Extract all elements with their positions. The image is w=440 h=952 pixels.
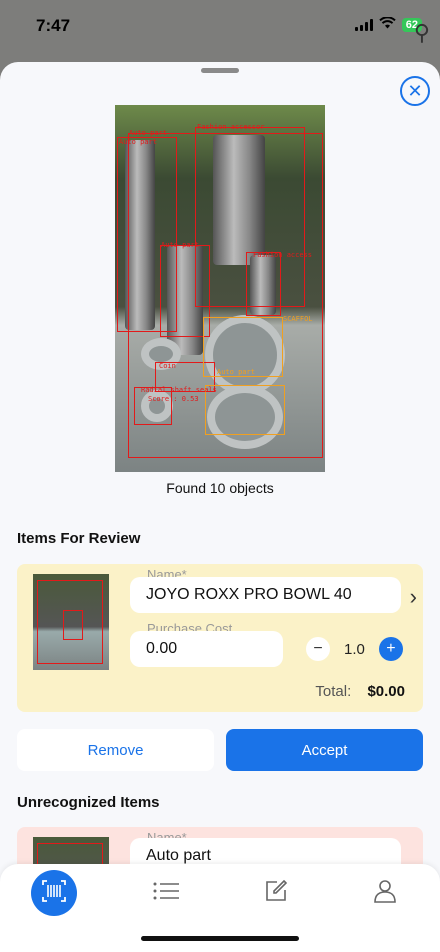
detection-photo: Auto part Auto part Fashion accessor Aut…	[115, 105, 325, 472]
signal-icon	[354, 19, 373, 31]
section-title-review: Items For Review	[17, 530, 141, 547]
detection-box	[63, 610, 83, 640]
name-field[interactable]: JOYO ROXX PRO BOWL 40	[130, 577, 401, 613]
background-search-icon: ⚲	[413, 20, 430, 45]
tab-edit[interactable]	[253, 870, 299, 916]
remove-button[interactable]: Remove	[17, 729, 214, 771]
detection-label: Auto part	[217, 368, 255, 376]
profile-icon	[374, 879, 396, 908]
detection-box	[246, 252, 281, 316]
detection-label: Auto part	[129, 129, 167, 137]
wifi-icon	[379, 16, 396, 34]
chevron-right-icon[interactable]: ›	[410, 584, 417, 610]
detection-label: Auto part	[119, 138, 157, 146]
tab-list[interactable]	[143, 870, 189, 916]
detection-box	[205, 385, 285, 435]
detection-label: Coin	[159, 362, 176, 370]
tab-scan[interactable]	[31, 870, 77, 916]
close-icon: ✕	[407, 80, 423, 101]
item-thumbnail[interactable]	[33, 574, 109, 670]
edit-icon	[264, 879, 288, 908]
accept-button[interactable]: Accept	[226, 729, 423, 771]
detection-label: Score : 0.53	[148, 395, 199, 403]
quantity-stepper: − 1.0 +	[306, 637, 403, 661]
total-row: Total: $0.00	[315, 683, 405, 700]
tab-profile[interactable]	[362, 870, 408, 916]
list-icon	[153, 882, 179, 905]
tab-bar	[0, 864, 440, 952]
detection-label: Fashion access	[253, 251, 313, 259]
total-label: Total:	[315, 683, 352, 700]
home-indicator	[141, 936, 299, 941]
detection-label: Fashion accessor	[197, 123, 265, 131]
status-time: 7:47	[36, 16, 71, 35]
barcode-scan-icon	[42, 879, 66, 907]
section-title-unrecognized: Unrecognized Items	[17, 794, 160, 811]
close-button[interactable]: ✕	[400, 76, 430, 106]
scan-results-sheet: ✕ Auto part Auto part Fashion accessor A…	[0, 62, 440, 952]
detection-label: Auto part	[161, 241, 199, 249]
quantity-value: 1.0	[344, 640, 365, 658]
purchase-cost-field[interactable]: 0.00	[130, 631, 283, 667]
detection-label: SCAFFOL	[283, 315, 313, 323]
total-value: $0.00	[367, 683, 405, 700]
decrement-button[interactable]: −	[306, 637, 330, 661]
detection-label: Radial shaft seals	[141, 386, 217, 394]
status-icons: 62	[354, 16, 422, 34]
increment-button[interactable]: +	[378, 637, 403, 661]
found-objects-text: Found 10 objects	[166, 480, 274, 496]
review-item-card: Name* JOYO ROXX PRO BOWL 40 › Purchase C…	[17, 564, 423, 712]
status-bar: 7:47 62	[0, 0, 440, 56]
sheet-grabber[interactable]	[201, 68, 239, 73]
